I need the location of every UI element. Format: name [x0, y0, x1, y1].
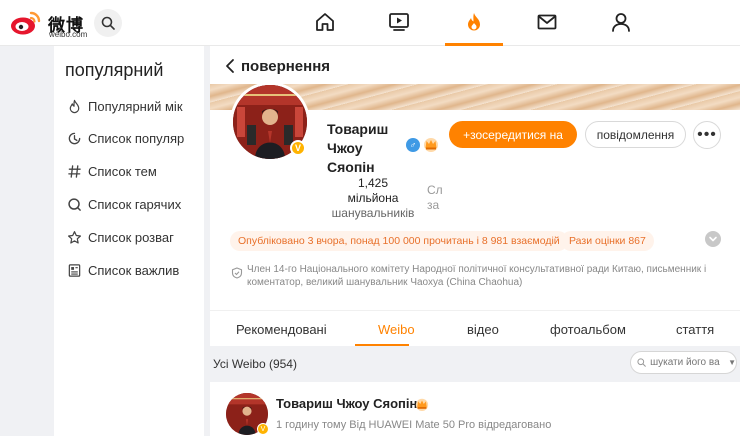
crown-icon: [415, 398, 429, 411]
nav-profile[interactable]: [601, 8, 641, 36]
crown-icon: [424, 138, 438, 152]
sidebar-item-label: Список тем: [88, 163, 157, 179]
chevron-left-icon: [226, 59, 234, 73]
sidebar-item-topics[interactable]: Список тем: [65, 159, 203, 183]
followers-count: 1,425: [357, 176, 389, 190]
search-icon: [101, 16, 115, 30]
male-icon: ♂: [406, 138, 420, 152]
profile-description: Член 14-го Національного комітету Народн…: [247, 264, 707, 288]
sidebar-item-label: Список гарячих: [88, 196, 182, 212]
followers-label: шанувальників: [331, 206, 415, 220]
sidebar-item-label: Список важлив: [88, 262, 180, 278]
top-navigation-bar: 微博 weibo.com: [0, 0, 740, 46]
feed-search-input[interactable]: [650, 357, 727, 368]
activity-summary-badge: Опубліковано 3 вчора, понад 100 000 проч…: [230, 231, 568, 251]
nav-video[interactable]: [379, 8, 419, 36]
post-verified-badge: V: [257, 423, 269, 435]
nav-hot[interactable]: [454, 8, 494, 36]
back-label: повернення: [241, 57, 331, 75]
document-icon: [65, 261, 83, 279]
followers-unit: мільйона: [347, 191, 399, 205]
ratings-badge: Рази оцінки 867: [561, 231, 654, 251]
sidebar-item-hot-search[interactable]: Список гарячих: [65, 192, 203, 216]
sidebar-item-label: Популярний мік: [88, 98, 183, 114]
profile-name: Товариш Чжоу Сяопін: [327, 121, 389, 175]
verified-badge: V: [290, 140, 306, 156]
other-stat-line2: за: [427, 198, 440, 212]
post-author-name[interactable]: Товариш Чжоу Сяопін: [276, 396, 417, 411]
left-sidebar: популярний Популярний мік Список популяр…: [54, 46, 204, 436]
flame-icon: [65, 97, 83, 115]
profile-card: повернення V Товариш Чжоу Сяопін ♂ +зосе…: [210, 46, 740, 436]
chevron-down-icon: [709, 236, 717, 242]
video-icon: [389, 13, 409, 31]
nav-messages[interactable]: [527, 8, 567, 36]
search-button[interactable]: [94, 9, 122, 37]
search-icon: [65, 195, 83, 213]
tabs-divider: [210, 310, 740, 311]
mail-icon: [537, 14, 557, 30]
sidebar-item-label: Список популяр: [88, 130, 185, 146]
tab-articles[interactable]: стаття: [676, 322, 714, 337]
tab-recommended[interactable]: Рекомендовані: [236, 322, 327, 337]
sidebar-item-trending-list[interactable]: Список популяр: [65, 126, 203, 150]
hashtag-icon: [65, 162, 83, 180]
other-stat-line1: Сл: [427, 183, 443, 197]
followers-stat[interactable]: 1,425 мільйона шанувальників: [327, 176, 419, 221]
feed-title: Усі Weibo (954): [213, 357, 297, 371]
star-icon: [65, 228, 83, 246]
sidebar-title: популярний: [65, 60, 164, 80]
other-stat[interactable]: Сл за: [427, 183, 445, 213]
back-button[interactable]: повернення: [224, 56, 330, 76]
feed-search-field[interactable]: ▼: [630, 351, 737, 374]
clock-icon: [65, 129, 83, 147]
sidebar-item-label: Список розваг: [88, 229, 174, 245]
sidebar-item-important[interactable]: Список важлив: [65, 258, 203, 282]
weibo-logo[interactable]: 微博 weibo.com: [9, 7, 89, 39]
caret-down-icon[interactable]: ▼: [728, 358, 736, 367]
search-icon: [637, 358, 646, 367]
tab-photo-album[interactable]: фотоальбом: [550, 322, 626, 337]
tab-video[interactable]: відео: [467, 322, 499, 337]
shield-icon: [231, 267, 243, 279]
weibo-logo-icon: [11, 11, 41, 35]
sidebar-item-popular[interactable]: Популярний мік: [65, 94, 203, 118]
logo-subtitle: weibo.com: [49, 30, 88, 39]
profile-icon: [612, 13, 630, 32]
home-icon: [316, 13, 334, 31]
post-meta: 1 годину тому Від HUAWEI Mate 50 Pro від…: [276, 419, 552, 431]
nav-home[interactable]: [305, 8, 345, 36]
message-button[interactable]: повідомлення: [585, 121, 686, 148]
hot-icon: [468, 13, 480, 31]
tab-weibo[interactable]: Weibo: [378, 322, 415, 337]
more-options-button[interactable]: •••: [693, 121, 721, 149]
sidebar-item-entertainment[interactable]: Список розваг: [65, 225, 203, 249]
expand-button[interactable]: [705, 231, 721, 247]
follow-button[interactable]: +зосередитися на: [449, 121, 577, 148]
